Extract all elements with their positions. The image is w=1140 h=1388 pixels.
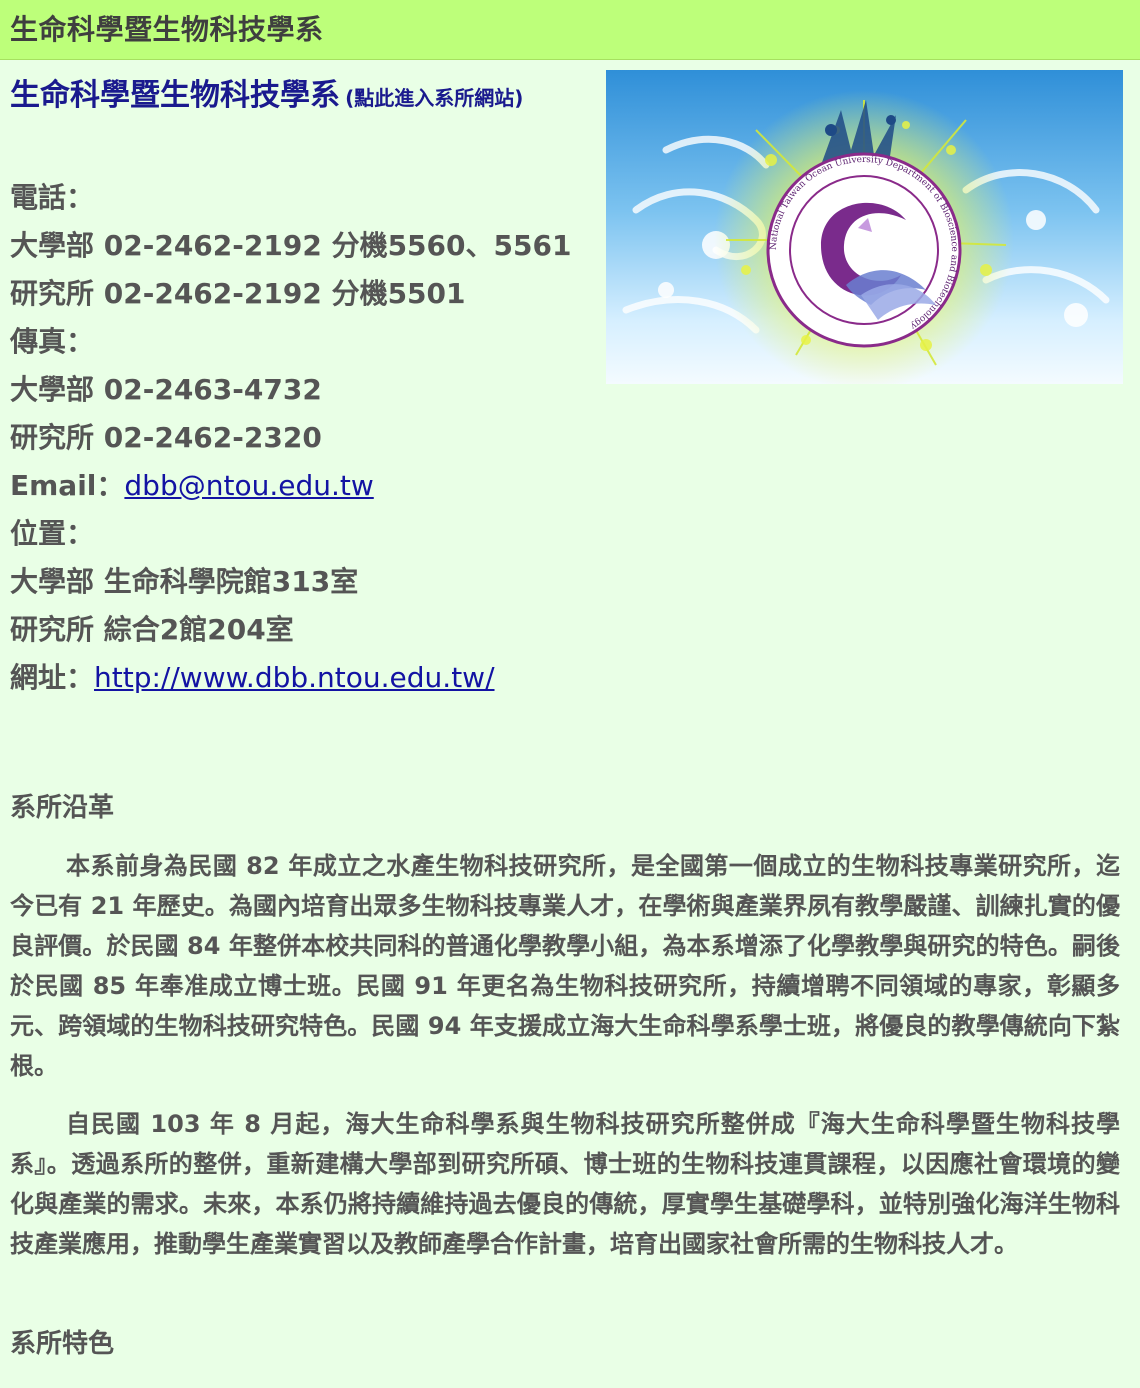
- header-bar: 生命科學暨生物科技學系: [0, 0, 1140, 60]
- contact-info: 電話： 大學部 02-2462-2192 分機5560、5561 研究所 02-…: [10, 174, 610, 702]
- history-title: 系所沿革: [10, 793, 115, 823]
- enter-website-link[interactable]: (點此進入系所網站): [345, 86, 523, 110]
- department-heading: 生命科學暨生物科技學系 (點此進入系所網站): [10, 74, 595, 122]
- fax-undergrad: 大學部 02-2463-4732: [10, 373, 322, 406]
- email-link[interactable]: dbb@ntou.edu.tw: [124, 469, 373, 502]
- location-grad: 研究所 綜合2館204室: [10, 613, 294, 646]
- website-row: 網址：http://www.dbb.ntou.edu.tw/: [10, 654, 610, 702]
- phone-label: 電話：: [10, 181, 95, 214]
- phone-grad: 研究所 02-2462-2192 分機5501: [10, 277, 466, 310]
- fax-grad: 研究所 02-2462-2320: [10, 421, 322, 454]
- features-title: 系所特色: [10, 1329, 115, 1359]
- email-label: Email：: [10, 469, 125, 502]
- page-title: 生命科學暨生物科技學系: [10, 13, 324, 46]
- history-paragraph-1: 本系前身為民國 82 年成立之水產生物科技研究所，是全國第一個成立的生物科技專業…: [10, 852, 1120, 1080]
- fax-label: 傳真：: [10, 325, 95, 358]
- department-logo: National Taiwan Ocean University Departm…: [606, 70, 1123, 384]
- email-row: Email：dbb@ntou.edu.tw: [10, 462, 610, 510]
- location-label: 位置：: [10, 517, 95, 550]
- website-label: 網址：: [10, 661, 95, 694]
- website-link[interactable]: http://www.dbb.ntou.edu.tw/: [94, 661, 495, 694]
- phone-undergrad: 大學部 02-2462-2192 分機5560、5561: [10, 229, 572, 262]
- department-name-link[interactable]: 生命科學暨生物科技學系: [10, 78, 340, 113]
- location-undergrad: 大學部 生命科學院館313室: [10, 565, 359, 598]
- history-paragraph-2: 自民國 103 年 8 月起，海大生命科學系與生物科技研究所整併成『海大生命科學…: [10, 1110, 1120, 1258]
